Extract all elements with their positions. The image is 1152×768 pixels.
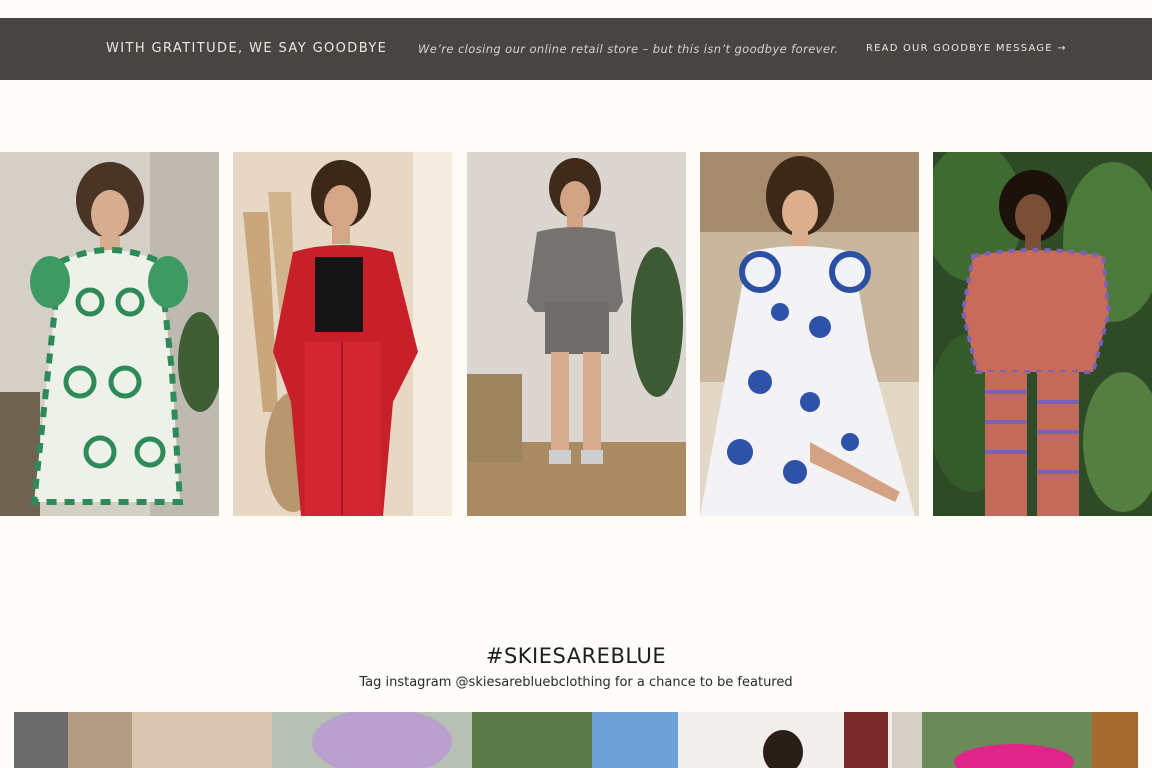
- product-gallery: [0, 152, 1152, 516]
- instagram-feed: [14, 712, 1138, 768]
- instagram-post-1[interactable]: [14, 712, 272, 768]
- announcement-message: We’re closing our online retail store – …: [418, 42, 839, 56]
- instagram-post-2[interactable]: [272, 712, 678, 768]
- gallery-photo-pink-print-set[interactable]: [933, 152, 1152, 516]
- instagram-post-3[interactable]: [678, 712, 1138, 768]
- gallery-photo-gray-set[interactable]: [467, 152, 686, 516]
- goodbye-message-link[interactable]: READ OUR GOODBYE MESSAGE →: [866, 43, 1067, 54]
- gallery-photo-green-dress[interactable]: [0, 152, 219, 516]
- gallery-photo-red-blazer[interactable]: [233, 152, 452, 516]
- instagram-hashtag-heading: #SKIESAREBLUE: [485, 644, 667, 668]
- gallery-photo-blue-floral-dress[interactable]: [700, 152, 919, 516]
- announcement-bar: WITH GRATITUDE, WE SAY GOODBYE We’re clo…: [0, 18, 1152, 80]
- instagram-tagline: Tag instagram @skiesarebluebclothing for…: [359, 675, 793, 690]
- announcement-heading: WITH GRATITUDE, WE SAY GOODBYE: [106, 41, 388, 56]
